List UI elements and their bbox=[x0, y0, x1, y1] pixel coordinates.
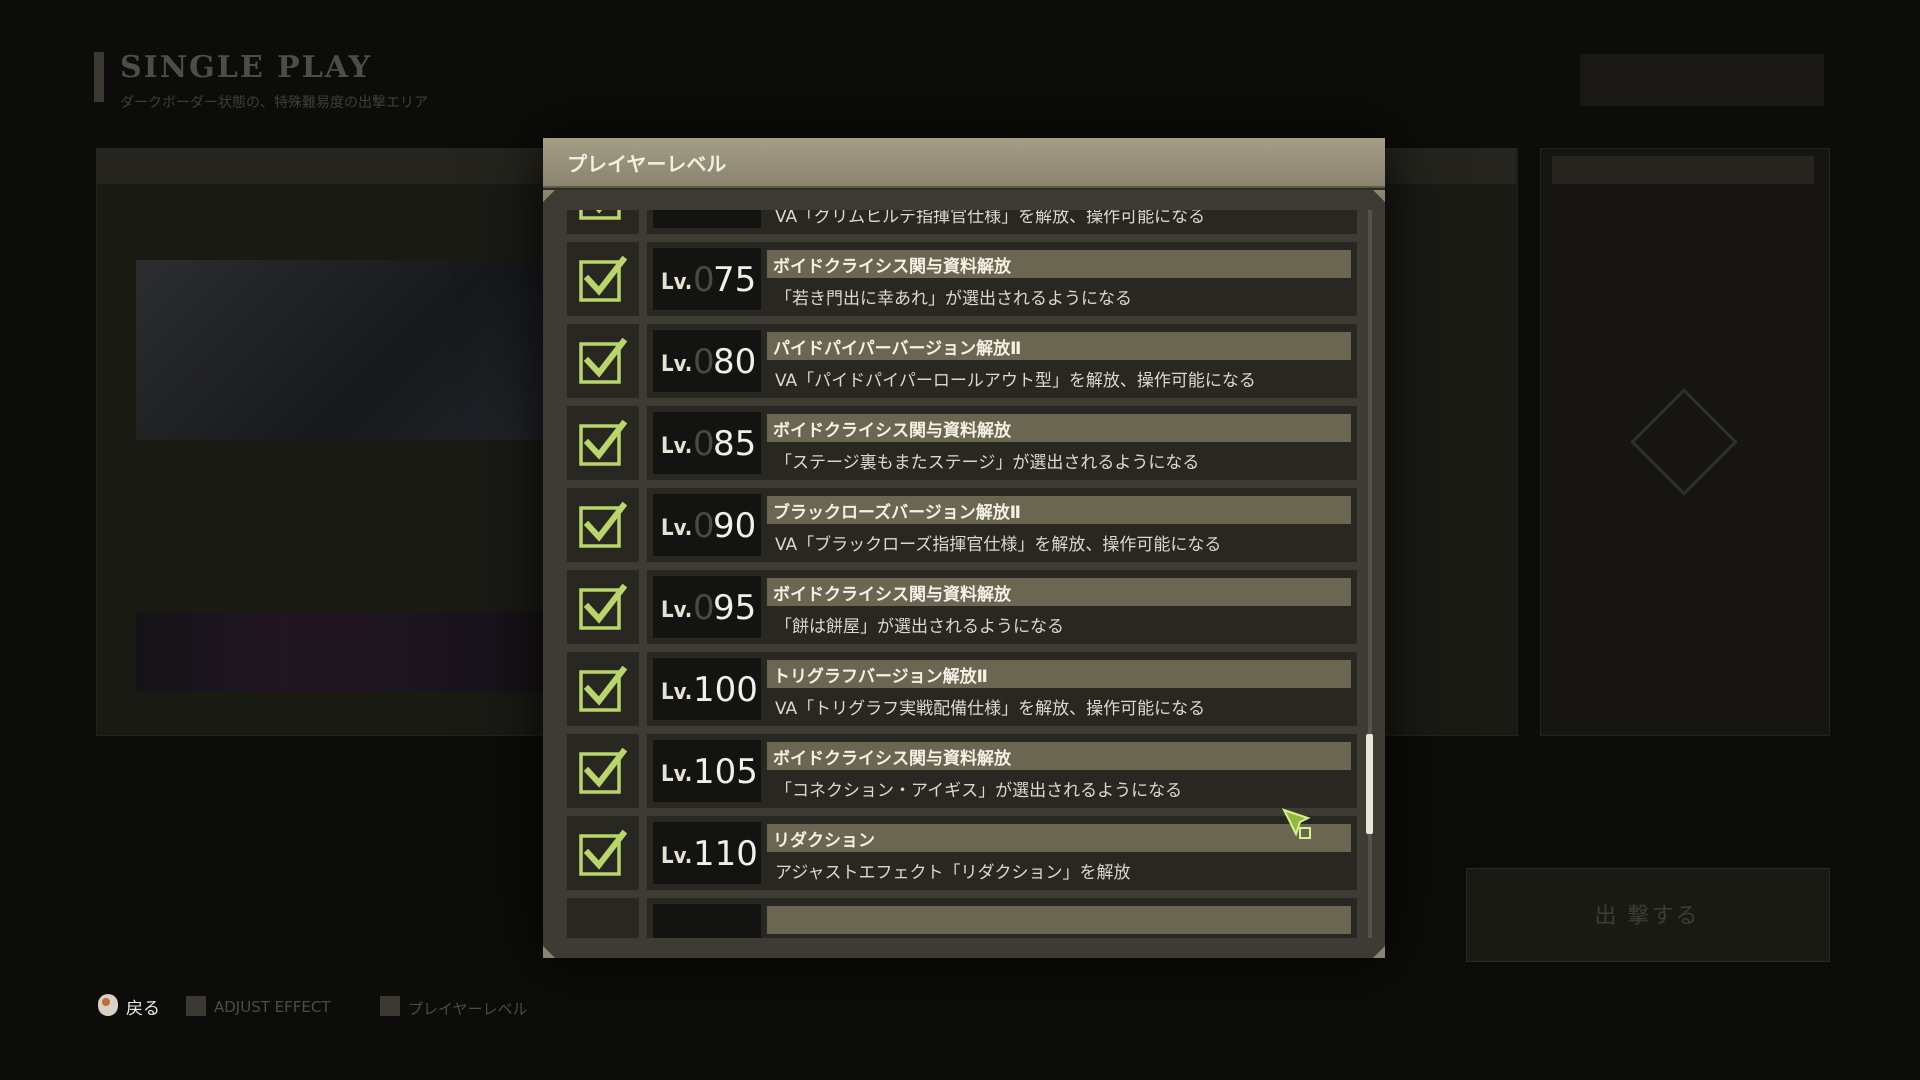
level-badge: Lv. 0 75 bbox=[653, 248, 761, 310]
checkbox bbox=[567, 406, 639, 480]
back-button-label: 戻る bbox=[126, 999, 160, 1019]
reward-description: 「餅は餅屋」が選出されるようになる bbox=[775, 617, 1064, 637]
level-reward-list[interactable]: Lv.070グリムヒルデバージョン解放ⅡVA「グリムヒルデ指揮官仕様」を解放、操… bbox=[567, 210, 1357, 938]
reward-description: 「若き門出に幸あれ」が選出されるようになる bbox=[775, 289, 1132, 309]
checkbox bbox=[567, 652, 639, 726]
key-hint-icon bbox=[186, 996, 206, 1016]
level-prefix: Lv. bbox=[661, 598, 693, 623]
level-reward-row: Lv. 0 80 パイドパイパーバージョン解放Ⅱ VA「パイドパイパーロールアウト型」を… bbox=[567, 320, 1357, 402]
level-prefix: Lv. bbox=[661, 210, 692, 213]
level-reward-row: Lv. 105 ボイドクライシス関与資料解放「コネクション・アイギス」が選出されるよ… bbox=[567, 730, 1357, 812]
level-number: 95 bbox=[713, 588, 757, 628]
level-badge: Lv. 110 bbox=[653, 822, 761, 884]
reward-title: リダクション bbox=[773, 831, 875, 851]
background-title-accent bbox=[94, 52, 104, 102]
player-level-hint: プレイヤーレベル bbox=[408, 1000, 528, 1018]
level-reward-row-partial bbox=[567, 894, 1357, 938]
level-badge: Lv. 0 95 bbox=[653, 576, 761, 638]
level-badge: Lv. 100 bbox=[653, 658, 761, 720]
reward-description: アジャストエフェクト「リダクション」を解放 bbox=[775, 863, 1131, 883]
level-prefix: Lv. bbox=[661, 516, 693, 541]
reward-title: ブラックローズバージョン解放Ⅱ bbox=[773, 503, 1022, 523]
checkbox bbox=[567, 898, 639, 938]
level-number: 75 bbox=[713, 260, 757, 300]
scrollbar-thumb[interactable] bbox=[1366, 734, 1373, 834]
mouse-icon bbox=[98, 994, 118, 1016]
background-sortie-button-label: 出 撃する bbox=[1594, 904, 1700, 929]
pointer-cursor-icon bbox=[1282, 808, 1318, 848]
checkbox bbox=[567, 816, 639, 890]
checkbox bbox=[567, 570, 639, 644]
reward-description: VA「トリグラフ実戦配備仕様」を解放、操作可能になる bbox=[775, 699, 1206, 719]
reward-title-bar bbox=[767, 906, 1351, 934]
level-number: 105 bbox=[693, 752, 758, 792]
corner-ornament bbox=[1373, 946, 1385, 958]
level-reward-list-content: Lv.070グリムヒルデバージョン解放ⅡVA「グリムヒルデ指揮官仕様」を解放、操… bbox=[567, 210, 1357, 938]
background-side-panel-header bbox=[1552, 156, 1814, 184]
level-leading-zero: 0 bbox=[693, 260, 715, 300]
level-reward-row: Lv. 100 トリグラフバージョン解放Ⅱ VA「トリグラフ実戦配備仕様」を解放、操作… bbox=[567, 648, 1357, 730]
level-prefix: Lv. bbox=[661, 844, 693, 869]
level-badge bbox=[653, 904, 761, 938]
level-prefix: Lv. bbox=[661, 270, 693, 295]
level-reward-row: Lv. 0 95 ボイドクライシス関与資料解放「餅は餅屋」が選出されるようになる bbox=[567, 566, 1357, 648]
level-leading-zero: 0 bbox=[693, 210, 715, 218]
level-prefix: Lv. bbox=[661, 352, 693, 377]
level-number: 80 bbox=[713, 342, 757, 382]
checkbox bbox=[567, 488, 639, 562]
reward-description: 「ステージ裏もまたステージ」が選出されるようになる bbox=[775, 453, 1200, 473]
level-badge: Lv.070 bbox=[653, 210, 761, 228]
level-leading-zero: 0 bbox=[693, 424, 715, 464]
background-stage-image bbox=[136, 260, 556, 440]
dialog-header: プレイヤーレベル bbox=[543, 138, 1385, 188]
reward-description: VA「ブラックローズ指揮官仕様」を解放、操作可能になる bbox=[775, 535, 1222, 555]
background-title: SINGLE PLAY bbox=[120, 50, 372, 85]
reward-title: ボイドクライシス関与資料解放 bbox=[773, 421, 1011, 441]
corner-ornament bbox=[1373, 190, 1385, 202]
level-badge: Lv. 105 bbox=[653, 740, 761, 802]
player-level-dialog: プレイヤーレベル Lv.070グリムヒルデバージョン解放ⅡVA「グリムヒルデ指揮… bbox=[543, 138, 1385, 958]
reward-description: VA「パイドパイパーロールアウト型」を解放、操作可能になる bbox=[775, 371, 1256, 391]
level-number: 110 bbox=[693, 834, 758, 874]
corner-ornament bbox=[543, 946, 555, 958]
checkbox bbox=[567, 324, 639, 398]
checkbox bbox=[567, 734, 639, 808]
level-prefix: Lv. bbox=[661, 434, 693, 459]
reward-title: ボイドクライシス関与資料解放 bbox=[773, 585, 1011, 605]
level-badge: Lv. 0 90 bbox=[653, 494, 761, 556]
level-reward-row: Lv.070グリムヒルデバージョン解放ⅡVA「グリムヒルデ指揮官仕様」を解放、操… bbox=[567, 210, 1357, 238]
reward-title: パイドパイパーバージョン解放Ⅱ bbox=[773, 339, 1022, 359]
level-number: 85 bbox=[713, 424, 757, 464]
reward-title: ボイドクライシス関与資料解放 bbox=[773, 749, 1011, 769]
background-subtitle: ダークボーダー状態の、特殊難易度の出撃エリア bbox=[120, 95, 428, 111]
key-hint-icon bbox=[380, 996, 400, 1016]
level-badge: Lv. 0 85 bbox=[653, 412, 761, 474]
level-reward-row: Lv. 0 85 ボイドクライシス関与資料解放「ステージ裏もまたステージ」が選出される… bbox=[567, 402, 1357, 484]
level-leading-zero: 0 bbox=[693, 506, 715, 546]
reward-title: トリグラフバージョン解放Ⅱ bbox=[773, 667, 988, 687]
dialog-title: プレイヤーレベル bbox=[567, 152, 727, 176]
reward-description: 「コネクション・アイギス」が選出されるようになる bbox=[775, 781, 1183, 801]
reward-description: VA「グリムヒルデ指揮官仕様」を解放、操作可能になる bbox=[775, 210, 1206, 227]
level-prefix: Lv. bbox=[661, 762, 693, 787]
level-number: 90 bbox=[713, 506, 757, 546]
corner-ornament bbox=[543, 190, 555, 202]
background-enemy-thumbnails bbox=[136, 612, 576, 692]
level-reward-row: Lv. 0 90 ブラックローズバージョン解放Ⅱ VA「ブラックローズ指揮官仕様」を解放… bbox=[567, 484, 1357, 566]
checkbox bbox=[567, 242, 639, 316]
level-number: 100 bbox=[693, 670, 758, 710]
reward-title: ボイドクライシス関与資料解放 bbox=[773, 257, 1011, 277]
level-badge: Lv. 0 80 bbox=[653, 330, 761, 392]
level-leading-zero: 0 bbox=[693, 588, 715, 628]
checkbox bbox=[567, 210, 639, 234]
level-number: 70 bbox=[713, 210, 756, 218]
adjust-effect-hint: ADJUST EFFECT bbox=[214, 998, 331, 1016]
level-leading-zero: 0 bbox=[693, 342, 715, 382]
level-reward-row: Lv. 0 75 ボイドクライシス関与資料解放「若き門出に幸あれ」が選出されるようにな… bbox=[567, 238, 1357, 320]
background-status-panel bbox=[1580, 54, 1824, 106]
level-reward-row: Lv. 110 リダクションアジャストエフェクト「リダクション」を解放 bbox=[567, 812, 1357, 894]
level-prefix: Lv. bbox=[661, 680, 693, 705]
